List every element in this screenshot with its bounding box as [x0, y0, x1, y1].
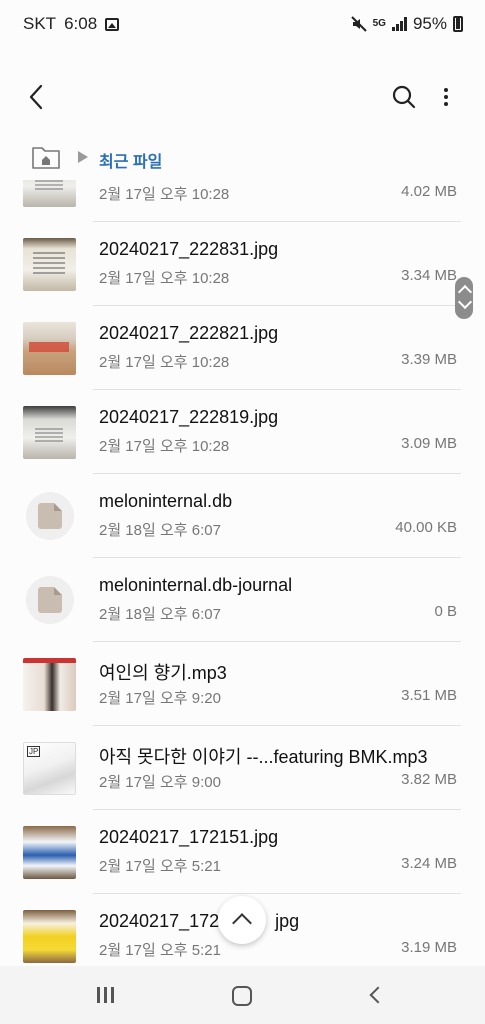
- file-thumbnail: [23, 180, 76, 207]
- system-nav-bar: [0, 966, 485, 1024]
- file-row[interactable]: 20240217_172151.jpg 2월 17일 오후 5:21 3.24 …: [0, 810, 485, 894]
- file-date: 2월 17일 오후 10:28: [99, 354, 230, 371]
- file-date: 2월 17일 오후 10:28: [99, 270, 230, 287]
- file-list[interactable]: 2월 17일 오후 10:28 4.02 MB 20240217_222831.…: [0, 180, 485, 966]
- file-row[interactable]: 20240217_222831.jpg 2월 17일 오후 10:28 3.34…: [0, 222, 485, 306]
- file-row[interactable]: 20240217_222821.jpg 2월 17일 오후 10:28 3.39…: [0, 306, 485, 390]
- status-right: 5G 95%: [350, 14, 463, 34]
- back-icon[interactable]: [369, 986, 387, 1004]
- file-thumbnail: [23, 322, 76, 375]
- file-name: meloninternal.db-journal: [99, 575, 293, 595]
- file-size: 3.82 MB: [401, 771, 457, 788]
- file-thumbnail: [23, 238, 76, 291]
- file-size: 3.51 MB: [401, 687, 457, 704]
- file-name: 20240217_172 jpg: [99, 911, 299, 932]
- file-size: 3.09 MB: [401, 435, 457, 452]
- file-name: 20240217_222821.jpg: [99, 323, 279, 343]
- file-size: 0 B: [434, 603, 457, 620]
- mute-icon: [350, 16, 367, 32]
- file-date: 2월 17일 오후 9:20: [99, 690, 221, 707]
- file-name-tail: jpg: [275, 911, 300, 931]
- file-thumbnail: [23, 406, 76, 459]
- file-size: 3.34 MB: [401, 267, 457, 284]
- file-name: 여인의 향기.mp3: [99, 663, 227, 683]
- file-row[interactable]: 아직 못다한 이야기 --...featuring BMK.mp3 2월 17일…: [0, 726, 485, 810]
- status-bar: SKT 6:08 5G 95%: [0, 0, 485, 48]
- breadcrumb: 최근 파일: [0, 140, 485, 180]
- file-date: 2월 18일 오후 6:07: [99, 522, 221, 539]
- home-folder-icon[interactable]: [31, 144, 61, 170]
- file-row[interactable]: 20240217_222819.jpg 2월 17일 오후 10:28 3.09…: [0, 390, 485, 474]
- file-date: 2월 17일 오후 10:28: [99, 186, 230, 203]
- arrow-back-icon[interactable]: [22, 82, 52, 112]
- battery-percent: 95%: [412, 14, 447, 33]
- file-row[interactable]: 여인의 향기.mp3 2월 17일 오후 9:20 3.51 MB: [0, 642, 485, 726]
- file-date: 2월 17일 오후 5:21: [99, 858, 221, 875]
- battery-icon: [453, 16, 463, 32]
- file-name: 20240217_222819.jpg: [99, 407, 279, 427]
- file-date: 2월 17일 오후 9:00: [99, 774, 221, 791]
- network-type: 5G: [372, 18, 386, 29]
- file-name: 20240217_222831.jpg: [99, 239, 279, 259]
- search-icon[interactable]: [389, 82, 419, 112]
- fast-scroll-handle[interactable]: [455, 277, 473, 319]
- file-name: 아직 못다한 이야기 --...featuring BMK.mp3: [99, 747, 428, 767]
- file-name: meloninternal.db: [99, 491, 233, 511]
- file-size: 4.02 MB: [401, 183, 457, 200]
- status-left: SKT 6:08: [23, 14, 120, 34]
- document-icon: [26, 576, 74, 624]
- file-date: 2월 18일 오후 6:07: [99, 606, 221, 623]
- file-thumbnail: [23, 658, 76, 711]
- clock: 6:08: [64, 14, 98, 33]
- file-name-head: 20240217_172: [99, 911, 220, 931]
- carrier: SKT: [23, 14, 57, 33]
- more-vert-icon[interactable]: [436, 82, 456, 112]
- file-name: 20240217_172151.jpg: [99, 827, 279, 847]
- gallery-notification-icon: [105, 17, 120, 31]
- file-size: 3.24 MB: [401, 855, 457, 872]
- document-icon: [26, 492, 74, 540]
- file-thumbnail: [23, 826, 76, 879]
- scroll-to-top-button[interactable]: [218, 896, 266, 944]
- breadcrumb-arrow-icon: [78, 151, 88, 163]
- chevron-up-icon: [232, 913, 252, 933]
- file-size: 40.00 KB: [395, 519, 457, 536]
- file-date: 2월 17일 오후 10:28: [99, 438, 230, 455]
- app-bar: [0, 48, 485, 144]
- file-row[interactable]: meloninternal.db 2월 18일 오후 6:07 40.00 KB: [0, 474, 485, 558]
- file-size: 3.19 MB: [401, 939, 457, 956]
- file-thumbnail: [23, 742, 76, 795]
- recents-icon[interactable]: [97, 987, 117, 1003]
- file-row[interactable]: meloninternal.db-journal 2월 18일 오후 6:07 …: [0, 558, 485, 642]
- file-thumbnail: [23, 910, 76, 963]
- file-row[interactable]: 2월 17일 오후 10:28 4.02 MB: [0, 180, 485, 222]
- file-list-inner: 2월 17일 오후 10:28 4.02 MB 20240217_222831.…: [0, 180, 485, 966]
- signal-icon: [391, 17, 407, 31]
- home-icon[interactable]: [232, 986, 252, 1006]
- file-size: 3.39 MB: [401, 351, 457, 368]
- file-date: 2월 17일 오후 5:21: [99, 942, 221, 959]
- breadcrumb-current[interactable]: 최근 파일: [99, 148, 162, 172]
